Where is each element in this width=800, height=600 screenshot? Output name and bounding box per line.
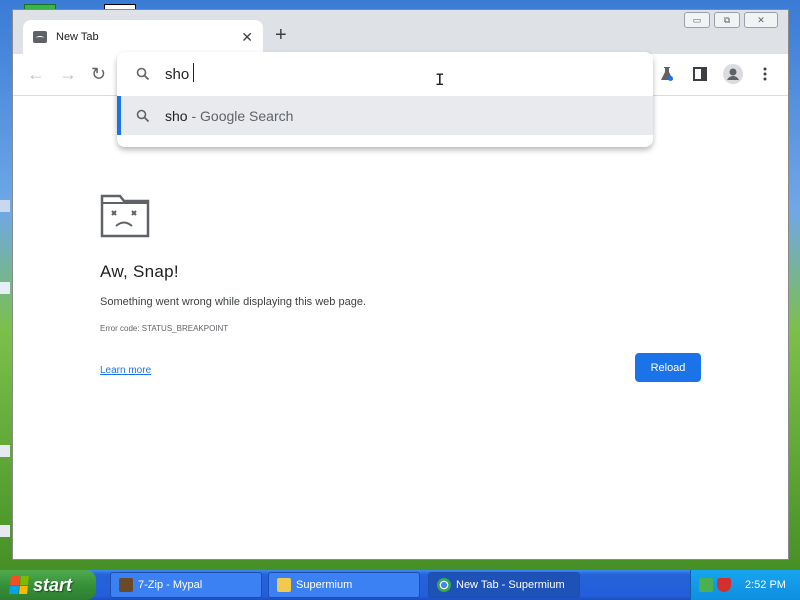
sad-folder-icon	[33, 31, 47, 43]
taskbar: start 7-Zip - Mypal Supermium New Tab - …	[0, 570, 800, 600]
title-bar: New Tab ✕ + ▭ ⧉ ✕	[13, 10, 788, 54]
omnibox-popup: I sho - Google Search	[117, 52, 653, 147]
folder-icon	[277, 578, 291, 592]
error-description: Something went wrong while displaying th…	[100, 296, 366, 308]
taskbar-item-label: 7-Zip - Mypal	[138, 579, 203, 591]
address-input[interactable]	[165, 64, 465, 84]
ibeam-cursor-icon: I	[435, 70, 445, 89]
tab-new-tab[interactable]: New Tab ✕	[23, 20, 263, 54]
7zip-icon	[119, 578, 133, 592]
network-icon[interactable]	[699, 578, 713, 592]
chrome-icon	[437, 578, 451, 592]
tab-title: New Tab	[56, 31, 99, 43]
omnibox-suggestion[interactable]: sho - Google Search	[117, 96, 653, 135]
minimize-button[interactable]: ▭	[684, 12, 710, 28]
sad-tab-icon	[100, 194, 150, 238]
desktop-icon[interactable]	[0, 445, 10, 457]
windows-logo-icon	[9, 576, 29, 594]
reload-button[interactable]: ↻	[91, 64, 106, 84]
error-title: Aw, Snap!	[100, 262, 179, 281]
taskbar-item-supermium-folder[interactable]: Supermium	[268, 572, 420, 598]
suggestion-text: sho - Google Search	[165, 108, 293, 124]
taskbar-item-label: Supermium	[296, 579, 353, 591]
close-tab-icon[interactable]: ✕	[241, 29, 253, 46]
security-shield-icon[interactable]	[717, 578, 731, 592]
suggestion-suffix: - Google Search	[187, 107, 294, 124]
forward-button[interactable]: →	[59, 64, 77, 84]
browser-window: New Tab ✕ + ▭ ⧉ ✕ ← → ↻ sho I sho - Goog…	[12, 9, 789, 560]
close-window-button[interactable]: ✕	[744, 12, 778, 28]
desktop-icon[interactable]	[0, 525, 10, 537]
search-icon	[136, 67, 150, 81]
back-button[interactable]: ←	[27, 64, 45, 84]
side-panel-icon[interactable]	[692, 66, 708, 82]
clock[interactable]: 2:52 PM	[745, 579, 786, 591]
taskbar-item-label: New Tab - Supermium	[456, 579, 565, 591]
desktop-icon[interactable]	[0, 282, 10, 294]
start-button[interactable]: start	[0, 570, 96, 600]
system-tray: 2:52 PM	[690, 570, 800, 600]
reload-page-button[interactable]: Reload	[635, 353, 701, 382]
search-icon	[136, 109, 150, 122]
suggestion-query: sho	[165, 107, 188, 124]
learn-more-link[interactable]: Learn more	[100, 365, 151, 376]
text-caret	[193, 63, 194, 82]
omnibox-input-row[interactable]: I	[117, 52, 653, 96]
error-code: Error code: STATUS_BREAKPOINT	[100, 324, 229, 333]
restore-button[interactable]: ⧉	[714, 12, 740, 28]
window-controls: ▭ ⧉ ✕	[684, 12, 778, 28]
taskbar-item-7zip-mypal[interactable]: 7-Zip - Mypal	[110, 572, 262, 598]
new-tab-button[interactable]: +	[275, 24, 287, 46]
desktop-icon[interactable]	[0, 200, 10, 212]
profile-avatar-icon[interactable]	[723, 64, 743, 84]
taskbar-item-new-tab-supermium[interactable]: New Tab - Supermium	[428, 572, 580, 598]
menu-kebab-icon[interactable]	[757, 66, 773, 82]
labs-flask-icon[interactable]	[659, 66, 675, 82]
start-label: start	[33, 574, 73, 595]
